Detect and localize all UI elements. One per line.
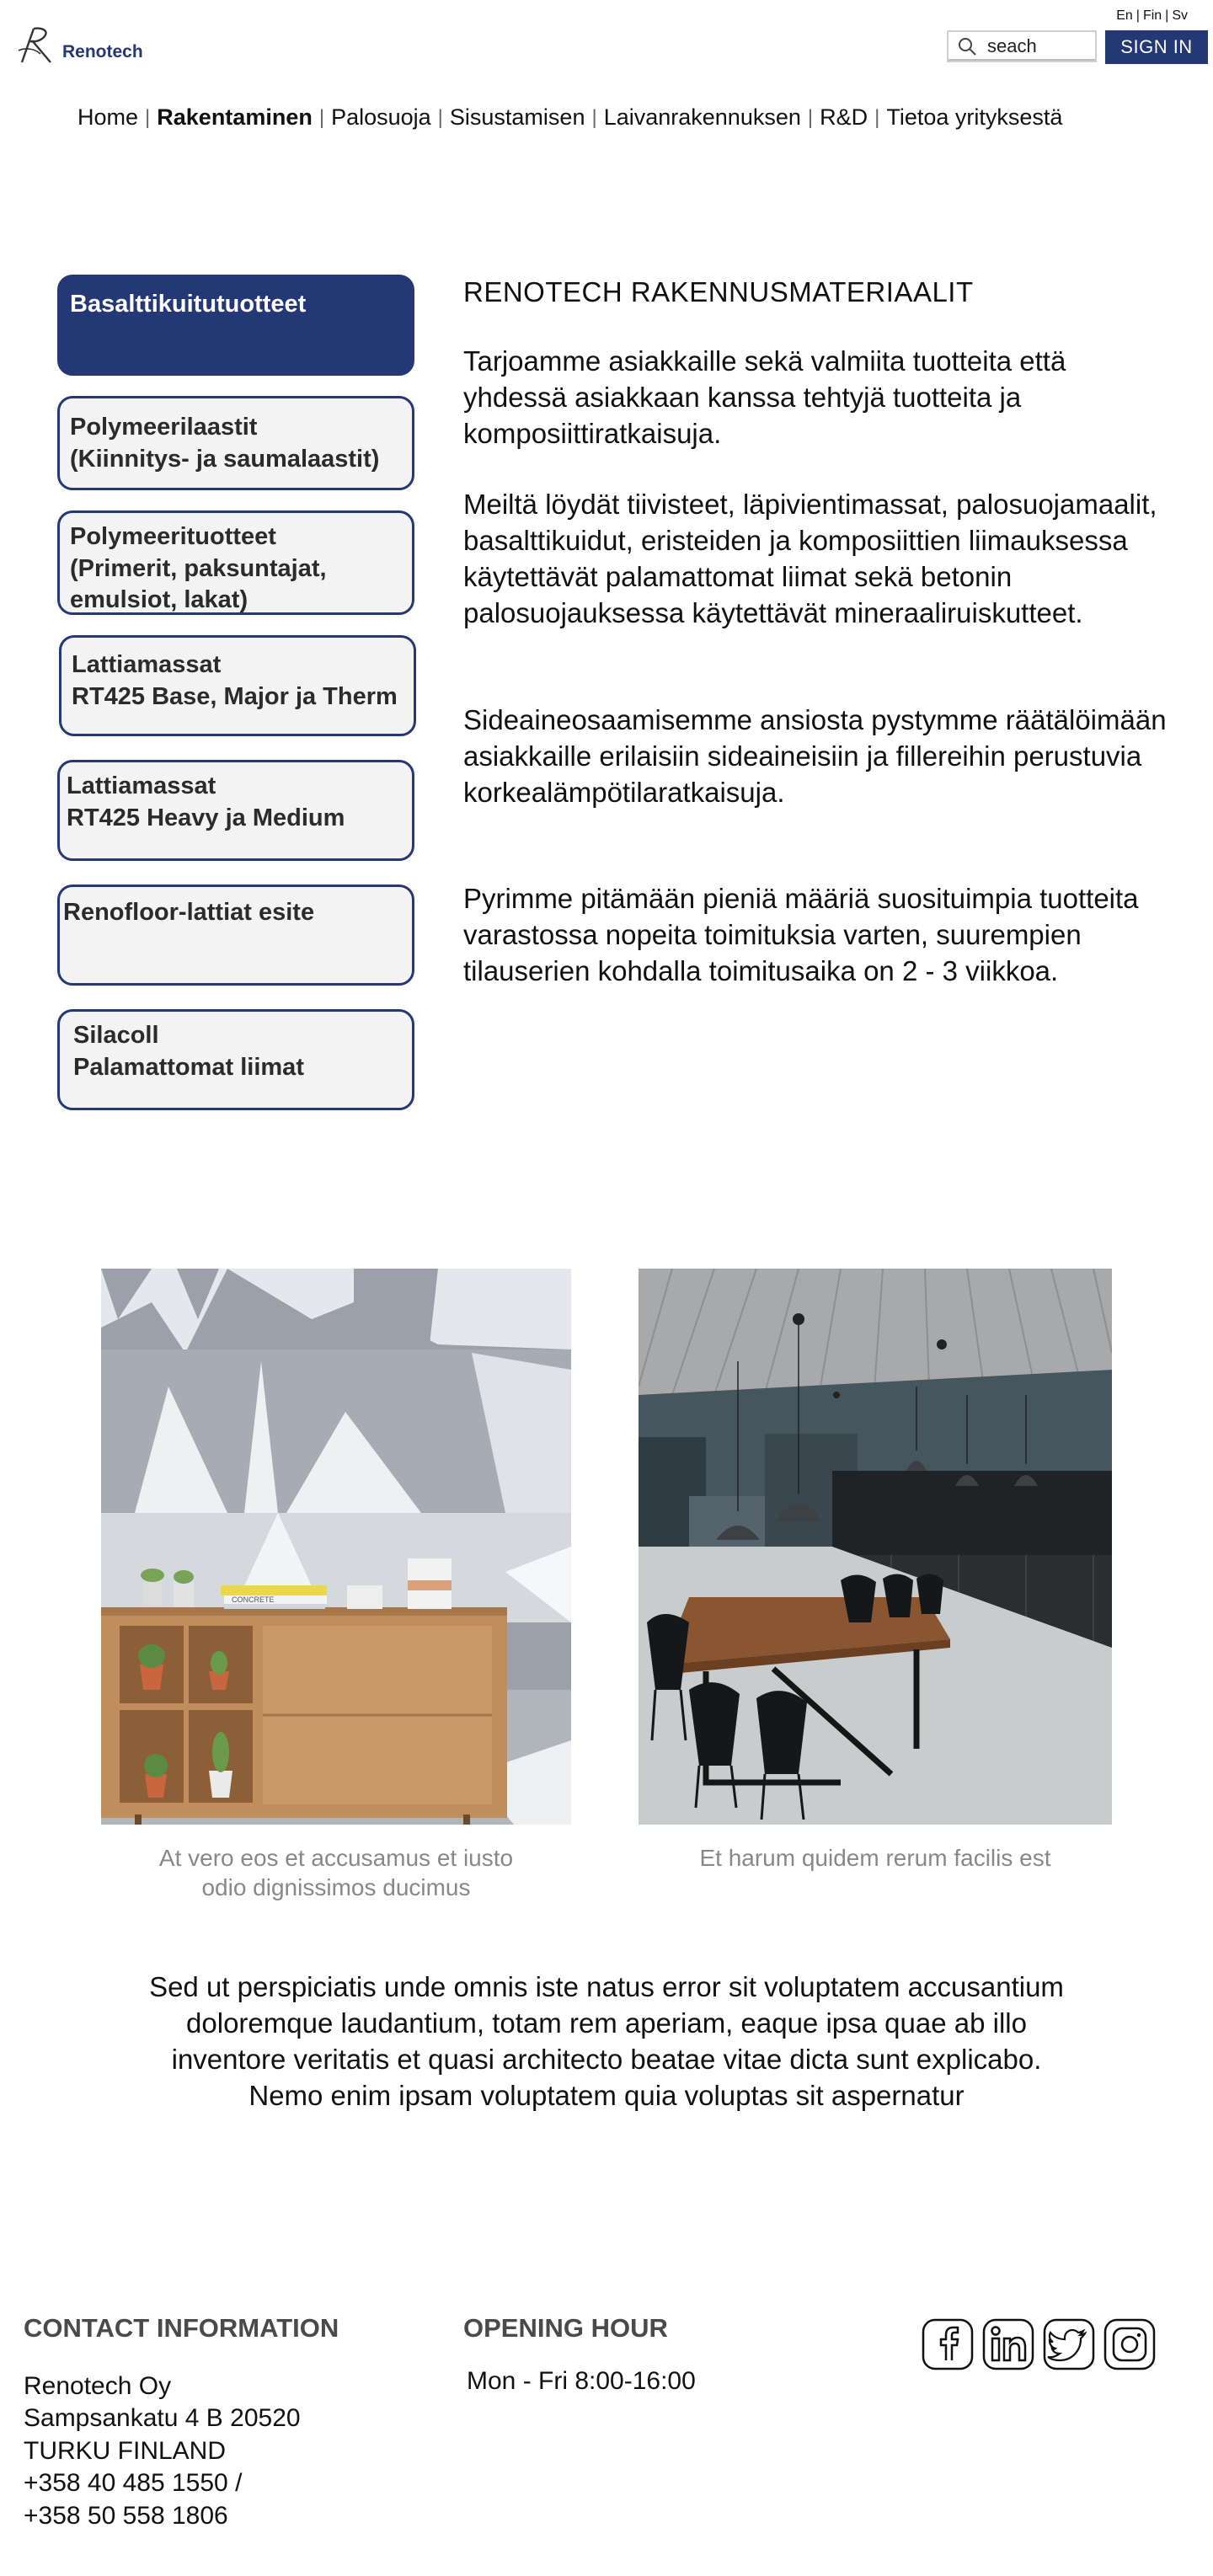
sidebar-item-sublabel: RT425 Heavy ja Medium	[67, 804, 345, 831]
sidebar-item-sublabel: RT425 Base, Major ja Therm	[72, 682, 398, 710]
main-nav: Home | Rakentaminen | Palosuoja | Sisust…	[77, 104, 1062, 131]
paragraph-line: Nemo enim ipsam voluptatem quia voluptas…	[248, 2079, 965, 2111]
language-switcher: En | Fin | Sv	[1116, 8, 1188, 23]
lang-fin[interactable]: Fin	[1143, 8, 1162, 23]
intro-paragraph: Tarjoamme asiakkaille sekä valmiita tuot…	[463, 345, 1066, 449]
nav-rd[interactable]: R&D	[820, 104, 868, 131]
opening-hours-heading: OPENING HOUR	[463, 2313, 668, 2343]
nav-separator: |	[318, 105, 325, 129]
nav-palosuoja[interactable]: Palosuoja	[331, 104, 431, 131]
sidebar-item-sublabel: (Kiinnitys- ja saumalaastit)	[70, 445, 380, 473]
paragraph-line: doloremque laudantium, totam rem aperiam…	[186, 2007, 1027, 2039]
lorem-paragraph: Sed ut perspiciatis unde omnis iste natu…	[76, 1969, 1137, 2114]
opening-hours: Mon - Fri 8:00-16:00	[467, 2367, 696, 2395]
products-paragraph: Meiltä löydät tiivisteet, läpivientimass…	[463, 489, 1157, 628]
sidebar-item-label: Renofloor-lattiat esite	[63, 899, 315, 926]
sidebar-item-label: Polymeerituotteet	[70, 523, 276, 550]
company-name: Renotech Oy	[24, 2372, 172, 2400]
book-spine-text: CONCRETE	[232, 1595, 275, 1604]
renotech-logo-mark	[18, 27, 51, 63]
image-caption-2: Et harum quidem rerum facilis est	[699, 1845, 1051, 1871]
sidebar-item-label: Basalttikuitutuotteet	[70, 291, 307, 318]
nav-laivanrakennuksen[interactable]: Laivanrakennuksen	[604, 104, 801, 131]
search-box[interactable]	[947, 30, 1097, 62]
social-links	[922, 2318, 1156, 2370]
sidebar-item-lattiamassat-heavy[interactable]: Lattiamassat RT425 Heavy ja Medium	[57, 760, 414, 861]
sidebar-item-silacoll[interactable]: Silacoll Palamattomat liimat	[57, 1009, 414, 1110]
brand-name: Renotech	[62, 42, 143, 61]
lang-en[interactable]: En	[1116, 8, 1133, 23]
search-icon	[959, 38, 976, 56]
shelf-interior-image: CONCRETE	[101, 1269, 571, 1825]
contact-heading: CONTACT INFORMATION	[24, 2313, 339, 2343]
sidebar-item-sublabel: (Primerit, paksuntajat,	[70, 554, 327, 582]
nav-sisustamisen[interactable]: Sisustamisen	[450, 104, 585, 131]
sidebar-item-sublabel: emulsiot, lakat)	[70, 586, 248, 614]
twitter-icon[interactable]	[1043, 2318, 1095, 2370]
phone-number[interactable]: +358 50 558 1806	[24, 2500, 301, 2532]
caption-line: At vero eos et accusamus et iusto	[158, 1845, 514, 1871]
address-line: Sampsankatu 4 B 20520	[24, 2404, 301, 2433]
facebook-icon[interactable]	[922, 2318, 974, 2370]
sidebar-item-sublabel: Palamattomat liimat	[73, 1053, 304, 1081]
logo[interactable]: Renotech	[17, 25, 143, 64]
dining-interior-image	[639, 1269, 1112, 1825]
caption-line: odio dignissimos ducimus	[201, 1874, 471, 1900]
instagram-icon[interactable]	[1103, 2318, 1156, 2370]
image-caption-1: At vero eos et accusamus et iusto odio d…	[101, 1843, 571, 1902]
sidebar-item-polymeerilaastit[interactable]: Polymeerilaastit (Kiinnitys- ja saumalaa…	[57, 396, 414, 490]
shelf-interior-illustration: CONCRETE	[101, 1269, 571, 1825]
paragraph-line: Sed ut perspiciatis unde omnis iste natu…	[149, 1971, 1064, 2002]
sidebar-item-basalttikuitutuotteet[interactable]: Basalttikuitutuotteet	[57, 275, 414, 376]
delivery-paragraph: Pyrimme pitämään pieniä määriä suosituim…	[463, 883, 1139, 986]
sidebar-item-renofloor-esite[interactable]: Renofloor-lattiat esite	[57, 884, 414, 986]
nav-tietoa-yrityksesta[interactable]: Tietoa yrityksestä	[886, 104, 1062, 131]
nav-separator: |	[807, 105, 814, 129]
binders-paragraph: Sideaineosaamisemme ansiosta pystymme rä…	[463, 704, 1167, 808]
sidebar-item-label: Lattiamassat	[67, 772, 216, 799]
nav-separator: |	[437, 105, 443, 129]
sign-in-button[interactable]: SIGN IN	[1105, 30, 1208, 64]
dining-interior-illustration	[639, 1269, 1112, 1825]
search-input[interactable]	[986, 35, 1090, 58]
paragraph-line: inventore veritatis et quasi architecto …	[171, 2043, 1042, 2075]
linkedin-icon[interactable]	[982, 2318, 1034, 2370]
nav-rakentaminen[interactable]: Rakentaminen	[157, 104, 313, 131]
nav-separator: |	[145, 105, 151, 129]
sidebar-item-label: Polymeerilaastit	[70, 414, 258, 441]
sidebar-item-lattiamassat-base[interactable]: Lattiamassat RT425 Base, Major ja Therm	[59, 635, 416, 736]
nav-home[interactable]: Home	[77, 104, 138, 131]
contact-details: Renotech Oy Sampsankatu 4 B 20520 TURKU …	[24, 2370, 301, 2532]
sidebar-item-label: Lattiamassat	[72, 651, 222, 678]
lang-sv[interactable]: Sv	[1172, 8, 1188, 23]
sidebar-item-polymeerituotteet[interactable]: Polymeerituotteet (Primerit, paksuntajat…	[57, 510, 414, 615]
nav-separator: |	[591, 105, 597, 129]
page-title: RENOTECH RAKENNUSMATERIAALIT	[463, 276, 974, 307]
phone-number[interactable]: +358 40 485 1550 /	[24, 2467, 301, 2499]
nav-separator: |	[874, 105, 880, 129]
address-line: TURKU FINLAND	[24, 2436, 227, 2465]
sidebar-item-label: Silacoll	[73, 1022, 159, 1049]
